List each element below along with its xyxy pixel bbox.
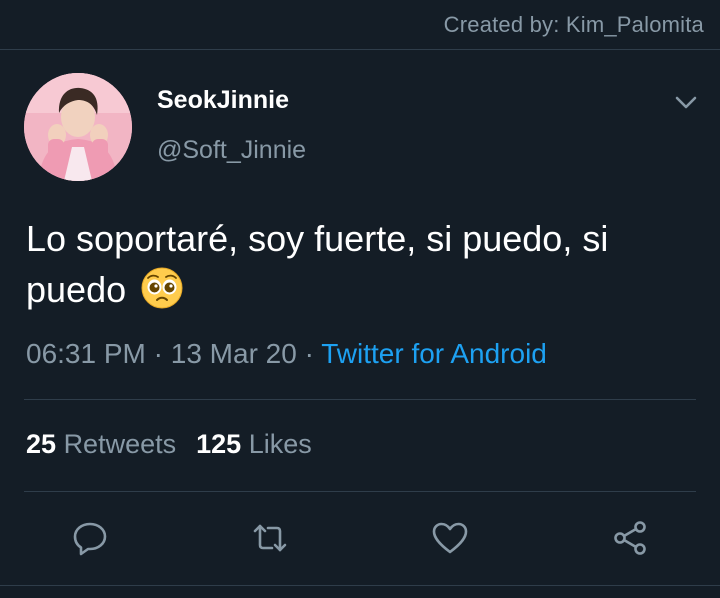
tweet-screenshot: Created by: Kim_Palomita SeokJinnie @Sof… [0,0,720,598]
top-divider [0,49,720,50]
meta-separator: · [304,338,314,369]
tweet-source-link[interactable]: Twitter for Android [321,338,547,369]
tweet-date: 13 Mar 20 [170,338,297,369]
display-name[interactable]: SeokJinnie [157,86,289,115]
tweet-text-body: Lo soportaré, soy fuerte, si puedo, si p… [26,218,609,310]
share-button[interactable] [610,518,650,558]
credit-text: Created by: Kim_Palomita [443,12,704,37]
likes-label: Likes [248,429,312,459]
likes-stat[interactable]: 125 Likes [196,429,312,459]
retweets-count: 25 [26,429,57,459]
retweet-button[interactable] [250,518,290,558]
chevron-down-icon[interactable] [672,88,700,116]
share-icon [614,521,646,555]
pleading-face-emoji-icon [140,266,184,310]
bottom-divider [0,585,720,586]
retweet-icon [253,524,287,552]
meta-divider [24,399,696,400]
meta-separator: · [153,338,163,369]
retweets-label: Retweets [63,429,177,459]
user-handle[interactable]: @Soft_Jinnie [157,136,306,165]
tweet-text: Lo soportaré, soy fuerte, si puedo, si p… [26,213,696,315]
like-button[interactable] [430,518,470,558]
avatar-image [24,73,132,181]
retweets-stat[interactable]: 25 Retweets [26,429,176,459]
reply-button[interactable] [70,518,110,558]
reply-icon [73,522,107,556]
avatar[interactable] [24,73,132,181]
tweet-meta: 06:31 PM · 13 Mar 20 · Twitter for Andro… [26,338,547,370]
tweet-stats: 25 Retweets 125 Likes [26,429,312,460]
heart-icon [432,522,468,554]
stats-divider [24,491,696,492]
likes-count: 125 [196,429,242,459]
tweet-time: 06:31 PM [26,338,146,369]
